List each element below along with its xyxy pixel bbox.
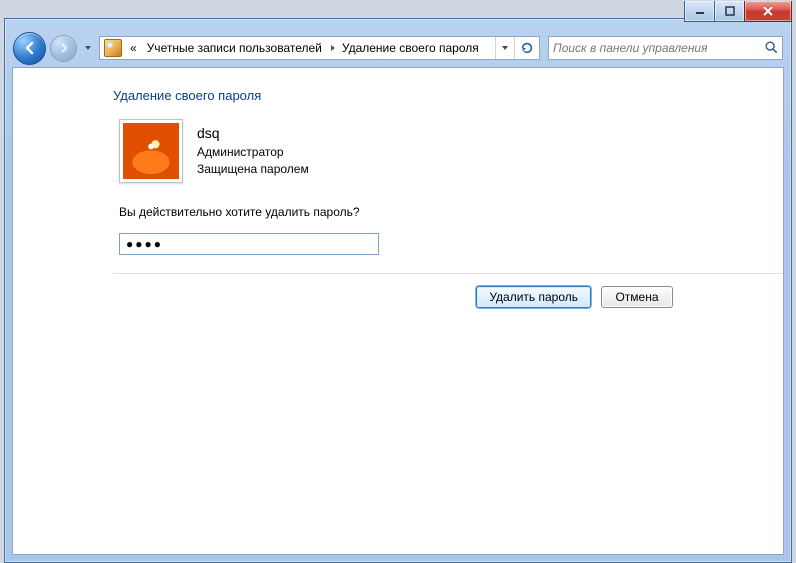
user-role: Администратор xyxy=(197,144,309,161)
back-button[interactable] xyxy=(13,32,46,65)
cancel-button[interactable]: Отмена xyxy=(601,286,673,308)
action-buttons: Удалить пароль Отмена xyxy=(113,273,783,308)
search-placeholder: Поиск в панели управления xyxy=(553,41,764,55)
confirmation-question: Вы действительно хотите удалить пароль? xyxy=(119,205,783,219)
user-name: dsq xyxy=(197,123,309,143)
user-account-row: dsq Администратор Защищена паролем xyxy=(119,119,783,183)
window-controls xyxy=(685,1,792,21)
address-bar[interactable]: « Учетные записи пользователей Удаление … xyxy=(99,36,540,60)
breadcrumb-item[interactable]: Удаление своего пароля xyxy=(338,41,485,55)
maximize-button[interactable] xyxy=(714,1,745,22)
control-panel-icon xyxy=(104,39,122,57)
password-field[interactable] xyxy=(119,233,379,255)
close-button[interactable] xyxy=(744,1,792,22)
avatar-image xyxy=(123,123,179,179)
chevron-right-icon[interactable] xyxy=(328,44,338,52)
minimize-button[interactable] xyxy=(684,1,715,22)
user-info: dsq Администратор Защищена паролем xyxy=(197,123,309,178)
window-frame: « Учетные записи пользователей Удаление … xyxy=(4,18,792,563)
breadcrumb-item[interactable]: Учетные записи пользователей xyxy=(143,41,328,55)
breadcrumb-prefix: « xyxy=(126,41,143,55)
search-icon[interactable] xyxy=(764,40,778,57)
refresh-button[interactable] xyxy=(514,37,539,59)
delete-password-button[interactable]: Удалить пароль xyxy=(476,286,591,308)
page-title: Удаление своего пароля xyxy=(113,88,783,103)
content-panel: Удаление своего пароля dsq Администратор… xyxy=(12,67,784,555)
avatar xyxy=(119,119,183,183)
forward-button[interactable] xyxy=(50,35,77,62)
search-input[interactable]: Поиск в панели управления xyxy=(548,36,783,60)
user-protection-status: Защищена паролем xyxy=(197,161,309,178)
recent-pages-dropdown[interactable] xyxy=(81,38,95,58)
navigation-bar: « Учетные записи пользователей Удаление … xyxy=(5,31,791,65)
address-history-dropdown[interactable] xyxy=(495,37,514,59)
